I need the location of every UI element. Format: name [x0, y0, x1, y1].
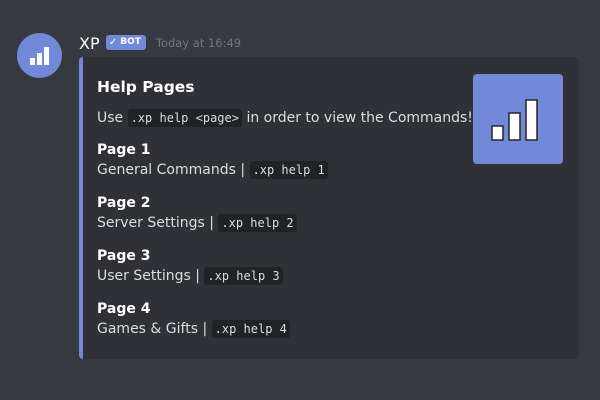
avatar[interactable]: [17, 33, 62, 78]
username[interactable]: XP: [79, 34, 100, 53]
field-name: Page 2: [97, 195, 151, 211]
field-value-text: User Settings |: [97, 268, 200, 284]
message-header: XP ✓ BOT Today at 16:49: [79, 33, 241, 53]
embed-thumbnail[interactable]: [473, 74, 563, 164]
check-icon: ✓: [108, 36, 118, 48]
field-value-text: Server Settings |: [97, 215, 214, 231]
field-name: Page 1: [97, 142, 151, 158]
inline-code: .xp help 2: [218, 214, 297, 232]
embed-field-page-1: Page 1 General Commands | .xp help 1: [97, 142, 328, 179]
timestamp[interactable]: Today at 16:49: [156, 36, 241, 50]
inline-code: .xp help 3: [204, 267, 283, 285]
embed-field-page-4: Page 4 Games & Gifts | .xp help 4: [97, 301, 290, 338]
description-suffix: in order to view the Commands!: [246, 110, 473, 126]
field-name: Page 4: [97, 301, 151, 317]
field-value: Server Settings | .xp help 2: [97, 214, 297, 232]
inline-code: .xp help 1: [249, 161, 328, 179]
field-value-text: Games & Gifts |: [97, 321, 208, 337]
inline-code: .xp help <page>: [127, 109, 242, 127]
embed-description: Use .xp help <page> in order to view the…: [97, 109, 473, 127]
chat-message: XP ✓ BOT Today at 16:49 Help Pages Use .…: [0, 0, 600, 400]
embed: Help Pages Use .xp help <page> in order …: [79, 57, 579, 359]
bot-badge-label: BOT: [120, 36, 141, 47]
embed-field-page-3: Page 3 User Settings | .xp help 3: [97, 248, 283, 285]
field-value: User Settings | .xp help 3: [97, 267, 283, 285]
description-prefix: Use: [97, 110, 124, 126]
field-name: Page 3: [97, 248, 151, 264]
field-value-text: General Commands |: [97, 162, 246, 178]
inline-code: .xp help 4: [211, 320, 290, 338]
embed-field-page-2: Page 2 Server Settings | .xp help 2: [97, 195, 297, 232]
bar-chart-icon: [491, 99, 538, 141]
bar-chart-icon: [30, 47, 49, 65]
field-value: Games & Gifts | .xp help 4: [97, 320, 290, 338]
embed-title: Help Pages: [97, 78, 195, 96]
bot-badge: ✓ BOT: [105, 34, 146, 50]
field-value: General Commands | .xp help 1: [97, 161, 328, 179]
